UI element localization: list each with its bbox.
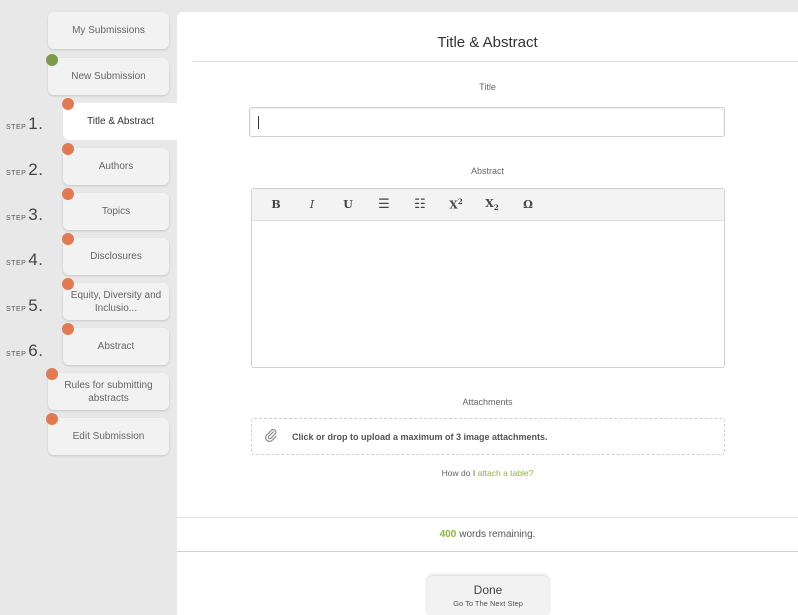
numbered-list-icon[interactable]: ☷ [402,197,438,212]
sidebar-item-title-abstract[interactable]: Title & Abstract [63,103,178,140]
attach-table-help: How do I attach a table? [441,468,534,478]
step-label-3: STEP 3. [6,205,44,224]
word-count-text: words remaining. [459,529,536,540]
done-label: Done [473,583,503,597]
rules-button[interactable]: Rules for submitting abstracts [48,373,169,410]
step-label-6: STEP 6. [6,341,44,360]
sidebar-item-topics[interactable]: Topics [63,193,169,230]
sidebar-item-equity-diversity[interactable]: Equity, Diversity and Inclusio... [63,283,169,320]
status-dot-icon [46,54,58,66]
title-label: Title [479,82,496,92]
word-count-number: 400 [439,529,457,540]
status-dot-icon [46,368,58,380]
edit-submission-button[interactable]: Edit Submission [48,418,169,455]
main-panel: Title & Abstract Title Abstract B I U ☰ … [177,12,798,615]
word-count-bar: 400 words remaining. [177,517,798,552]
italic-button[interactable]: I [294,198,330,211]
sidebar-item-abstract[interactable]: Abstract [63,328,169,365]
my-submissions-button[interactable]: My Submissions [48,12,169,49]
step-label-4: STEP 4. [6,250,44,269]
paperclip-icon [264,428,278,445]
page-title: Title & Abstract [437,34,538,51]
abstract-editor[interactable]: B I U ☰ ☷ X2 X2 Ω [251,188,725,368]
text-cursor [258,116,259,129]
status-dot-icon [62,278,74,290]
superscript-button[interactable]: X2 [438,197,474,212]
attachment-dropzone[interactable]: Click or drop to upload a maximum of 3 i… [251,418,725,455]
done-button[interactable]: Done Go To The Next Step [427,576,549,615]
status-dot-icon [62,323,74,335]
sidebar-item-disclosures[interactable]: Disclosures [63,238,169,275]
step-label-2: STEP 2. [6,160,44,179]
attachments-label: Attachments [462,397,513,407]
sidebar-item-authors[interactable]: Authors [63,148,169,185]
underline-button[interactable]: U [330,198,366,211]
status-dot-icon [46,413,58,425]
done-sublabel: Go To The Next Step [453,599,523,608]
editor-toolbar: B I U ☰ ☷ X2 X2 Ω [252,189,724,221]
status-dot-icon [62,143,74,155]
sidebar: My Submissions New Submission STEP 1. Tit… [0,0,178,615]
subscript-button[interactable]: X2 [474,197,510,212]
special-character-icon[interactable]: Ω [510,198,546,211]
step-label-1: STEP 1. [6,114,44,133]
attachment-instructions: Click or drop to upload a maximum of 3 i… [292,431,548,442]
step-label-5: STEP 5. [6,296,44,315]
status-dot-icon [62,98,74,110]
status-dot-icon [62,188,74,200]
divider [193,61,798,62]
bullet-list-icon[interactable]: ☰ [366,197,402,212]
attach-table-link[interactable]: attach a table? [478,468,534,478]
new-submission-button[interactable]: New Submission [48,58,169,95]
title-input[interactable] [249,107,725,137]
status-dot-icon [62,233,74,245]
bold-button[interactable]: B [258,198,294,211]
abstract-label: Abstract [470,166,504,176]
abstract-text-area[interactable] [252,221,724,368]
